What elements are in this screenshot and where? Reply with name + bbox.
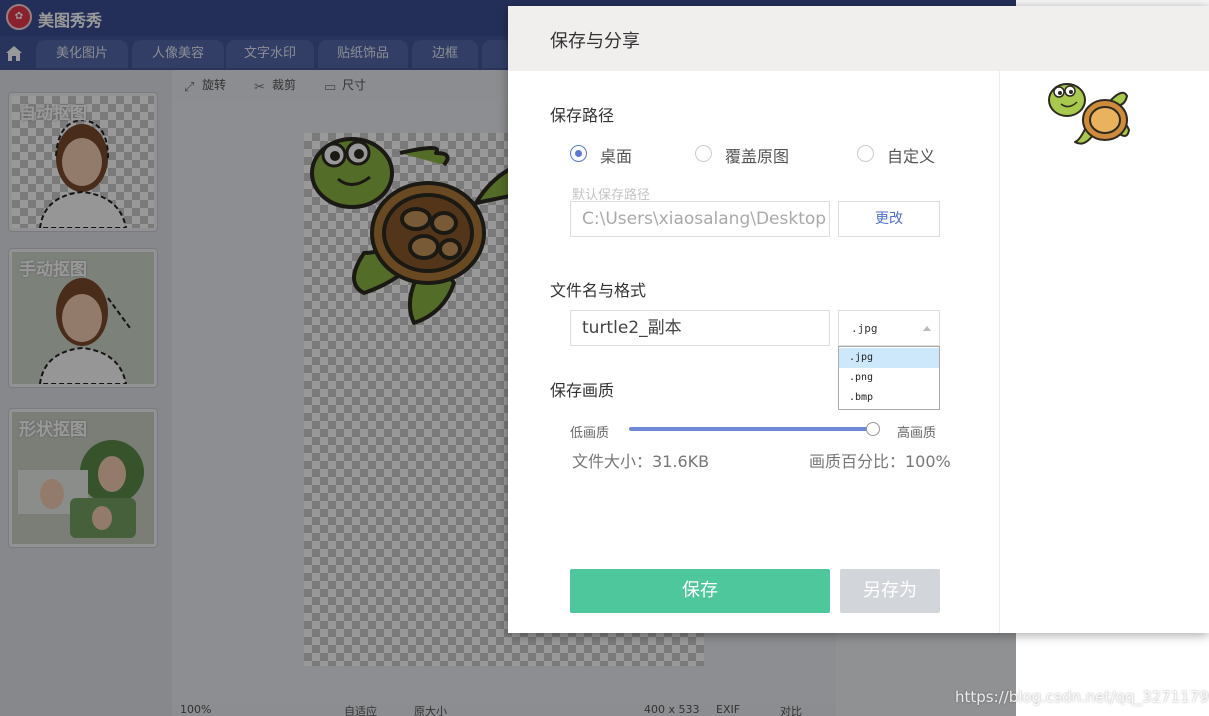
format-select[interactable]: .jpg xyxy=(838,310,940,346)
dialog-header: 保存与分享 xyxy=(508,6,1209,71)
filename-input[interactable]: turtle2_副本 xyxy=(570,310,830,346)
format-option-bmp[interactable]: .bmp xyxy=(839,388,939,408)
quality-slider-track[interactable] xyxy=(629,427,873,431)
format-option-jpg[interactable]: .jpg xyxy=(839,348,939,368)
dialog-title: 保存与分享 xyxy=(550,31,640,52)
dialog-divider xyxy=(999,71,1000,633)
high-quality-label: 高画质 xyxy=(897,426,937,441)
radio-label: 桌面 xyxy=(600,147,633,166)
save-path-label: 保存路径 xyxy=(550,106,615,125)
quality-percent: 画质百分比：100% xyxy=(809,452,951,471)
save-button[interactable]: 保存 xyxy=(570,569,830,613)
save-path-field[interactable]: C:\Users\xiaosalang\Desktop xyxy=(570,201,830,237)
quality-slider-handle[interactable] xyxy=(866,422,880,436)
radio-label: 覆盖原图 xyxy=(725,147,790,166)
format-selected: .jpg xyxy=(851,322,878,335)
radio-dot xyxy=(570,145,587,162)
radio-label: 自定义 xyxy=(887,147,936,166)
caret-up-icon xyxy=(923,326,931,331)
blog-watermark: https://blog.csdn.net/qq_32711799 xyxy=(955,688,1209,706)
radio-dot xyxy=(695,145,712,162)
turtle-sticker xyxy=(1045,78,1137,158)
quality-label: 保存画质 xyxy=(550,381,615,400)
radio-dot xyxy=(857,145,874,162)
low-quality-label: 低画质 xyxy=(570,426,610,441)
save-share-dialog: 保存与分享 保存路径 桌面 覆盖原图 自定义 默认保存路径 C:\Users\x… xyxy=(508,6,1209,633)
change-path-button[interactable]: 更改 xyxy=(838,201,940,237)
filename-format-label: 文件名与格式 xyxy=(550,281,647,300)
file-size: 文件大小：31.6KB xyxy=(572,452,710,471)
format-dropdown: .jpg .png .bmp xyxy=(838,346,940,410)
format-option-png[interactable]: .png xyxy=(839,368,939,388)
save-as-button[interactable]: 另存为 xyxy=(840,569,940,613)
